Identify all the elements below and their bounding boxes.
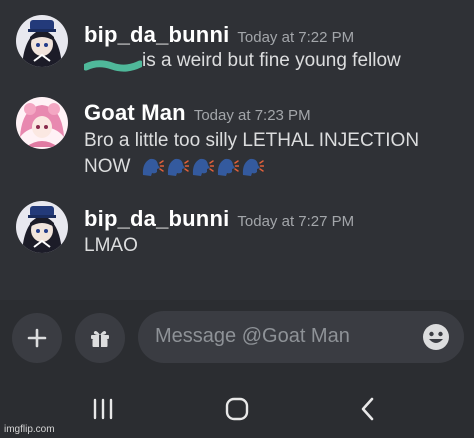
avatar[interactable] bbox=[16, 201, 68, 253]
pink-hair-anime-avatar-icon bbox=[16, 97, 68, 149]
back-chevron-icon[interactable] bbox=[353, 394, 383, 424]
timestamp: Today at 7:23 PM bbox=[193, 107, 311, 124]
message-text-line2: NOW bbox=[84, 154, 464, 179]
censor-scribble bbox=[82, 54, 144, 72]
username[interactable]: bip_da_bunni bbox=[84, 206, 229, 231]
smiley-face-icon[interactable] bbox=[422, 323, 450, 351]
message-input-placeholder: Message @Goat Man bbox=[155, 325, 350, 347]
speaking-head-emoji-icon bbox=[217, 159, 239, 177]
message-text: LMAO bbox=[84, 235, 138, 256]
avatar[interactable] bbox=[16, 97, 68, 149]
watermark: imgflip.com bbox=[4, 424, 55, 435]
speaking-head-emoji-icon bbox=[167, 159, 189, 177]
message-input[interactable]: Message @Goat Man bbox=[138, 311, 464, 363]
username[interactable]: Goat Man bbox=[84, 100, 186, 125]
speaking-head-emoji-icon bbox=[192, 159, 214, 177]
anime-girl-avatar-icon bbox=[16, 15, 68, 67]
speaking-head-emoji-icon bbox=[142, 159, 164, 177]
message-text-content: is a weird but fine young fellow bbox=[142, 50, 401, 71]
username[interactable]: bip_da_bunni bbox=[84, 22, 229, 47]
recent-apps-icon[interactable] bbox=[88, 394, 118, 424]
anime-girl-avatar-icon bbox=[16, 201, 68, 253]
system-navigation-bar bbox=[0, 380, 474, 438]
message-text: is a weird but fine young fellow bbox=[82, 48, 464, 73]
home-icon[interactable] bbox=[222, 394, 252, 424]
emoji-row bbox=[140, 154, 265, 179]
add-attachment-button[interactable] bbox=[12, 313, 62, 363]
plus-icon bbox=[27, 328, 47, 348]
message-composer: Message @Goat Man bbox=[0, 300, 474, 380]
message-text-line1: Bro a little too silly LETHAL INJECTION bbox=[84, 130, 420, 151]
speaking-head-emoji-icon bbox=[242, 159, 264, 177]
timestamp: Today at 7:22 PM bbox=[237, 29, 355, 46]
gift-button[interactable] bbox=[75, 313, 125, 363]
gift-icon bbox=[91, 331, 109, 347]
avatar[interactable] bbox=[16, 15, 68, 67]
timestamp: Today at 7:27 PM bbox=[237, 213, 355, 230]
message-text-now: NOW bbox=[84, 156, 131, 177]
